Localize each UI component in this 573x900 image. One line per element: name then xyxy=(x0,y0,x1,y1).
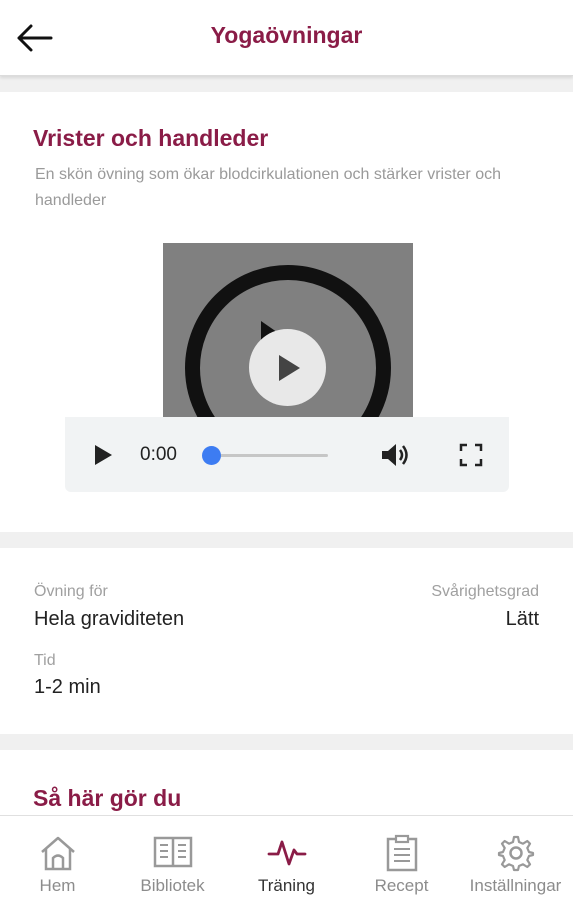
progress-track[interactable] xyxy=(211,454,328,457)
exercise-for-value: Hela graviditeten xyxy=(34,608,185,630)
big-play-button[interactable] xyxy=(249,329,326,406)
progress-thumb[interactable] xyxy=(202,446,221,465)
page-title: Yogaövningar xyxy=(210,22,363,48)
time-label: Tid xyxy=(34,652,56,669)
fullscreen-icon xyxy=(459,443,483,467)
home-icon xyxy=(40,836,75,871)
video-controls: 0:00 xyxy=(65,417,509,492)
volume-button[interactable] xyxy=(380,441,412,469)
tab-traning[interactable]: Träning xyxy=(229,816,344,900)
howto-title: Så här gör du xyxy=(33,785,182,811)
play-icon xyxy=(95,445,112,465)
difficulty-value: Lätt xyxy=(505,608,539,630)
time-value: 1-2 min xyxy=(34,676,101,698)
clipboard-icon xyxy=(386,834,417,872)
play-button[interactable] xyxy=(91,443,115,467)
exercise-card: Vrister och handleder En skön övning som… xyxy=(0,92,573,532)
exercise-title: Vrister och handleder xyxy=(33,125,269,151)
info-card: Övning för Hela graviditeten Svårighetsg… xyxy=(0,548,573,734)
video-player[interactable] xyxy=(163,243,413,417)
volume-icon xyxy=(382,444,408,466)
fullscreen-button[interactable] xyxy=(458,442,484,468)
play-icon xyxy=(278,354,300,381)
tab-hem[interactable]: Hem xyxy=(0,816,115,900)
gear-icon xyxy=(497,835,534,872)
howto-card: Så här gör du xyxy=(0,750,573,820)
tab-installningar[interactable]: Inställningar xyxy=(458,816,573,900)
tab-label-installningar: Inställningar xyxy=(469,876,562,895)
difficulty-label: Svårighetsgrad xyxy=(431,583,539,600)
exercise-for-label: Övning för xyxy=(34,583,108,600)
book-icon xyxy=(153,836,192,868)
app-header: Yogaövningar xyxy=(0,0,573,76)
activity-icon xyxy=(267,840,306,866)
bottom-tab-bar: Hem Bibliotek Träning Recept Inställning… xyxy=(0,815,573,900)
current-time: 0:00 xyxy=(140,444,177,465)
tab-bibliotek[interactable]: Bibliotek xyxy=(115,816,230,900)
tab-recept[interactable]: Recept xyxy=(344,816,459,900)
exercise-description: En skön övning som ökar blodcirkulatione… xyxy=(35,166,501,209)
